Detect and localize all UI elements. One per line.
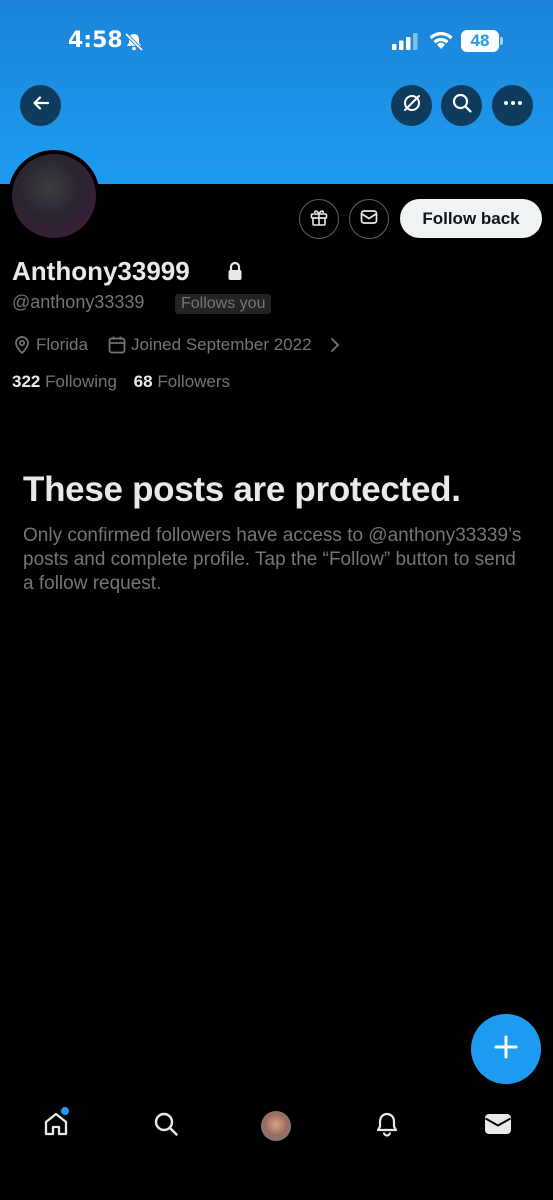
wifi-icon <box>428 30 454 55</box>
following-count: 322 <box>12 372 41 391</box>
grok-icon <box>401 92 423 119</box>
messages-icon <box>483 1110 513 1143</box>
plus-icon <box>493 1034 519 1065</box>
battery-tip <box>500 37 503 45</box>
explore-icon <box>152 1110 180 1143</box>
profile-handle: @anthony33339 <box>12 292 145 312</box>
compose-post-button[interactable] <box>471 1014 541 1084</box>
search-icon <box>451 92 473 119</box>
back-arrow-icon <box>31 93 51 118</box>
back-button[interactable] <box>20 85 61 126</box>
followers-label: Followers <box>157 372 231 391</box>
follow-stats: 322 Following 68 Followers <box>12 372 230 392</box>
followers-count: 68 <box>133 372 153 391</box>
home-notification-dot <box>61 1107 69 1115</box>
grok-button[interactable] <box>391 85 432 126</box>
search-button[interactable] <box>441 85 482 126</box>
tab-explore[interactable] <box>148 1108 184 1144</box>
follows-you-badge: Follows you <box>175 294 272 314</box>
status-time: 4:58 <box>68 28 123 53</box>
more-icon <box>502 92 524 119</box>
battery-indicator: 48 <box>461 30 499 52</box>
gift-icon <box>309 207 329 232</box>
following-link[interactable]: 322 Following <box>12 372 117 391</box>
location-icon <box>12 335 32 360</box>
follow-back-button[interactable]: Follow back <box>400 199 542 238</box>
profile-joined-date[interactable]: Joined September 2022 <box>131 335 312 355</box>
gift-button[interactable] <box>299 199 339 239</box>
silent-mode-icon <box>124 32 144 57</box>
tab-home[interactable] <box>38 1108 74 1144</box>
followers-link[interactable]: 68 Followers <box>134 372 230 391</box>
profile-location: Florida <box>36 335 88 354</box>
cellular-signal-icon <box>392 32 420 55</box>
tab-messages[interactable] <box>480 1108 516 1144</box>
more-options-button[interactable] <box>492 85 533 126</box>
calendar-icon <box>107 335 127 360</box>
tab-notifications[interactable] <box>369 1108 405 1144</box>
tab-grok-avatar[interactable] <box>261 1111 291 1141</box>
protected-description: Only confirmed followers have access to … <box>23 525 522 594</box>
status-bar: 4:58 48 <box>0 0 553 80</box>
display-name: Anthony33999 <box>12 256 190 286</box>
notifications-icon <box>373 1110 401 1143</box>
chevron-right-icon[interactable] <box>329 337 341 358</box>
protected-title: These posts are protected. <box>23 470 461 509</box>
message-icon <box>359 207 379 232</box>
lock-icon <box>226 261 244 286</box>
following-label: Following <box>45 372 117 391</box>
message-button[interactable] <box>349 199 389 239</box>
profile-avatar[interactable] <box>8 150 100 242</box>
